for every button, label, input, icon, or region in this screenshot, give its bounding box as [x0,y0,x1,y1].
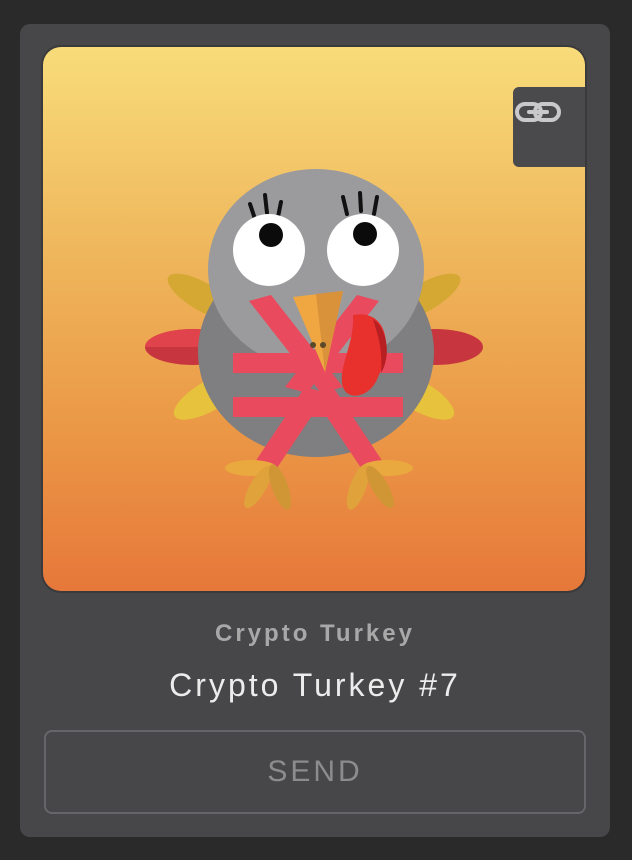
collection-name: Crypto Turkey [215,620,415,647]
turkey-illustration [145,169,483,510]
token-title: Crypto Turkey #7 [169,667,461,703]
feet [225,460,413,510]
copy-link-button[interactable] [513,87,585,167]
send-button[interactable]: SEND [44,730,586,814]
nft-artwork[interactable] [43,47,585,591]
nft-card: Crypto Turkey Crypto Turkey #7 SEND [20,24,610,837]
link-icon [515,102,561,122]
